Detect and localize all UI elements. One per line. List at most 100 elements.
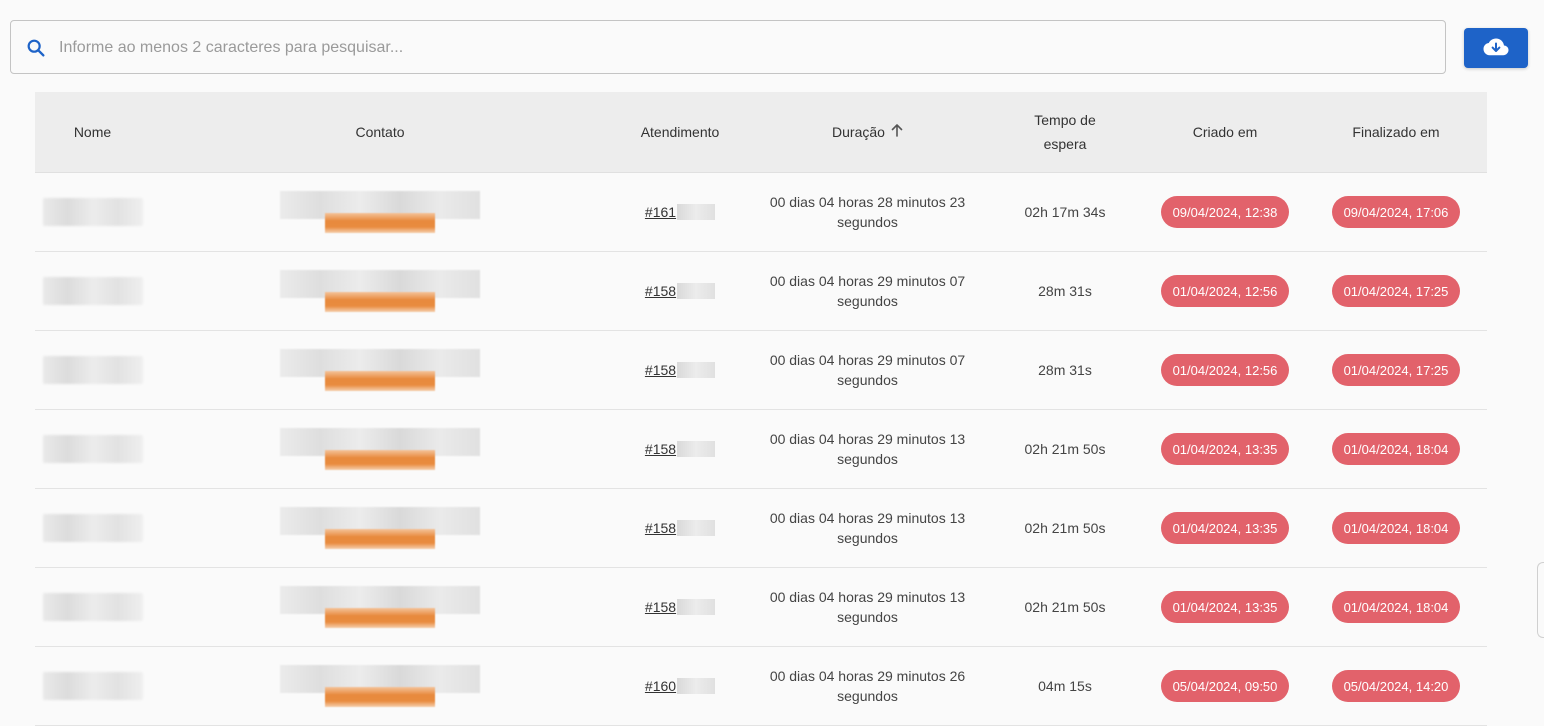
redacted-name bbox=[42, 198, 143, 226]
search-input[interactable] bbox=[57, 21, 1431, 75]
redacted-contact-tag bbox=[325, 213, 435, 233]
header-duracao[interactable]: Duração bbox=[750, 120, 985, 144]
cell-tempo-espera: 02h 21m 50s bbox=[985, 441, 1145, 457]
redacted-contact-tag bbox=[325, 529, 435, 549]
atendimento-link[interactable]: #158 bbox=[645, 362, 716, 378]
cell-criado-em: 09/04/2024, 12:38 bbox=[1145, 196, 1305, 228]
arrow-up-icon bbox=[891, 120, 903, 144]
criado-em-badge: 01/04/2024, 12:56 bbox=[1160, 275, 1290, 307]
cell-duracao: 00 dias 04 horas 29 minutos 13 segundos bbox=[750, 587, 985, 627]
redacted-contact-tag bbox=[325, 608, 435, 628]
cell-finalizado-em: 01/04/2024, 17:25 bbox=[1305, 275, 1487, 307]
redacted-id bbox=[677, 362, 716, 378]
cell-contato bbox=[150, 665, 610, 707]
cell-nome bbox=[35, 593, 150, 621]
header-criado-em[interactable]: Criado em bbox=[1145, 120, 1305, 144]
tempo-espera-text: 02h 21m 50s bbox=[1024, 599, 1106, 615]
cell-contato bbox=[150, 507, 610, 549]
redacted-name bbox=[42, 514, 143, 542]
cell-criado-em: 01/04/2024, 13:35 bbox=[1145, 591, 1305, 623]
table-row: #158 00 dias 04 horas 29 minutos 13 segun… bbox=[35, 410, 1487, 489]
header-contato[interactable]: Contato bbox=[150, 120, 610, 144]
redacted-name bbox=[42, 672, 143, 700]
finalizado-em-badge: 01/04/2024, 17:25 bbox=[1331, 354, 1461, 386]
table-row: #158 00 dias 04 horas 29 minutos 07 segun… bbox=[35, 252, 1487, 331]
redacted-contact-tag bbox=[325, 450, 435, 470]
redacted-id bbox=[677, 520, 716, 536]
atendimento-link[interactable]: #158 bbox=[644, 520, 716, 536]
table-header: Nome Contato Atendimento Duração Tempo d… bbox=[35, 92, 1487, 173]
redacted-id bbox=[677, 599, 716, 615]
tempo-espera-text: 04m 15s bbox=[1038, 678, 1092, 694]
side-drawer-handle[interactable] bbox=[1537, 562, 1544, 638]
atendimento-id: #158 bbox=[644, 520, 677, 536]
cell-atendimento: #158 bbox=[610, 441, 750, 457]
cell-atendimento: #158 bbox=[610, 599, 750, 615]
criado-em-badge: 01/04/2024, 13:35 bbox=[1160, 591, 1290, 623]
duracao-text: 00 dias 04 horas 29 minutos 13 segundos bbox=[769, 431, 966, 467]
duracao-text: 00 dias 04 horas 29 minutos 07 segundos bbox=[769, 273, 966, 309]
atendimento-id: #160 bbox=[644, 678, 677, 694]
search-box[interactable] bbox=[10, 20, 1446, 75]
table-body: #161 00 dias 04 horas 28 minutos 23 segun… bbox=[35, 173, 1487, 726]
atendimento-link[interactable]: #158 bbox=[644, 441, 716, 457]
finalizado-em-badge: 09/04/2024, 17:06 bbox=[1331, 196, 1461, 228]
cell-duracao: 00 dias 04 horas 29 minutos 07 segundos bbox=[750, 271, 985, 311]
download-button[interactable] bbox=[1464, 28, 1528, 68]
tempo-espera-text: 02h 17m 34s bbox=[1024, 204, 1106, 220]
cell-finalizado-em: 01/04/2024, 17:25 bbox=[1305, 354, 1487, 386]
atendimento-id: #158 bbox=[644, 441, 677, 457]
cell-nome bbox=[35, 277, 150, 305]
cell-finalizado-em: 01/04/2024, 18:04 bbox=[1305, 433, 1487, 465]
redacted-id bbox=[677, 678, 716, 694]
cloud-download-icon bbox=[1483, 37, 1509, 60]
cell-contato bbox=[150, 191, 610, 233]
atendimento-id: #158 bbox=[644, 599, 677, 615]
duracao-text: 00 dias 04 horas 29 minutos 07 segundos bbox=[769, 352, 966, 388]
finalizado-em-badge: 01/04/2024, 18:04 bbox=[1331, 433, 1461, 465]
duracao-text: 00 dias 04 horas 29 minutos 13 segundos bbox=[769, 510, 966, 546]
cell-nome bbox=[35, 356, 150, 384]
cell-contato bbox=[150, 349, 610, 391]
duracao-text: 00 dias 04 horas 28 minutos 23 segundos bbox=[769, 194, 966, 230]
criado-em-badge: 01/04/2024, 12:56 bbox=[1160, 354, 1290, 386]
cell-finalizado-em: 09/04/2024, 17:06 bbox=[1305, 196, 1487, 228]
cell-tempo-espera: 02h 17m 34s bbox=[985, 204, 1145, 220]
header-nome[interactable]: Nome bbox=[35, 120, 150, 144]
cell-contato bbox=[150, 270, 610, 312]
atendimento-link[interactable]: #160 bbox=[644, 678, 716, 694]
cell-tempo-espera: 04m 15s bbox=[985, 678, 1145, 694]
redacted-contact-tag bbox=[325, 292, 435, 312]
cell-nome bbox=[35, 435, 150, 463]
finalizado-em-badge: 05/04/2024, 14:20 bbox=[1331, 670, 1461, 702]
atendimento-id: #161 bbox=[644, 204, 677, 220]
redacted-name bbox=[42, 435, 143, 463]
criado-em-badge: 09/04/2024, 12:38 bbox=[1160, 196, 1290, 228]
table-row: #160 00 dias 04 horas 29 minutos 26 segun… bbox=[35, 647, 1487, 726]
duracao-text: 00 dias 04 horas 29 minutos 13 segundos bbox=[769, 589, 966, 625]
cell-criado-em: 01/04/2024, 13:35 bbox=[1145, 512, 1305, 544]
redacted-id bbox=[677, 204, 716, 220]
header-tempo-espera[interactable]: Tempo de espera bbox=[985, 108, 1145, 156]
cell-finalizado-em: 01/04/2024, 18:04 bbox=[1305, 591, 1487, 623]
cell-finalizado-em: 05/04/2024, 14:20 bbox=[1305, 670, 1487, 702]
atendimento-link[interactable]: #161 bbox=[644, 204, 716, 220]
redacted-name bbox=[42, 356, 143, 384]
cell-contato bbox=[150, 586, 610, 628]
header-finalizado-em[interactable]: Finalizado em bbox=[1305, 120, 1487, 144]
cell-nome bbox=[35, 672, 150, 700]
header-atendimento[interactable]: Atendimento bbox=[610, 120, 750, 144]
redacted-id bbox=[677, 283, 716, 299]
cell-nome bbox=[35, 198, 150, 226]
atendimento-link[interactable]: #158 bbox=[644, 599, 716, 615]
finalizado-em-badge: 01/04/2024, 17:25 bbox=[1331, 275, 1461, 307]
table-row: #158 00 dias 04 horas 29 minutos 07 segun… bbox=[35, 331, 1487, 410]
cell-atendimento: #160 bbox=[610, 678, 750, 694]
search-icon bbox=[25, 37, 47, 59]
cell-contato bbox=[150, 428, 610, 470]
atendimento-id: #158 bbox=[644, 283, 677, 299]
table-row: #158 00 dias 04 horas 29 minutos 13 segun… bbox=[35, 568, 1487, 647]
table-row: #158 00 dias 04 horas 29 minutos 13 segun… bbox=[35, 489, 1487, 568]
atendimento-link[interactable]: #158 bbox=[644, 283, 716, 299]
header-duracao-label: Duração bbox=[832, 124, 885, 140]
